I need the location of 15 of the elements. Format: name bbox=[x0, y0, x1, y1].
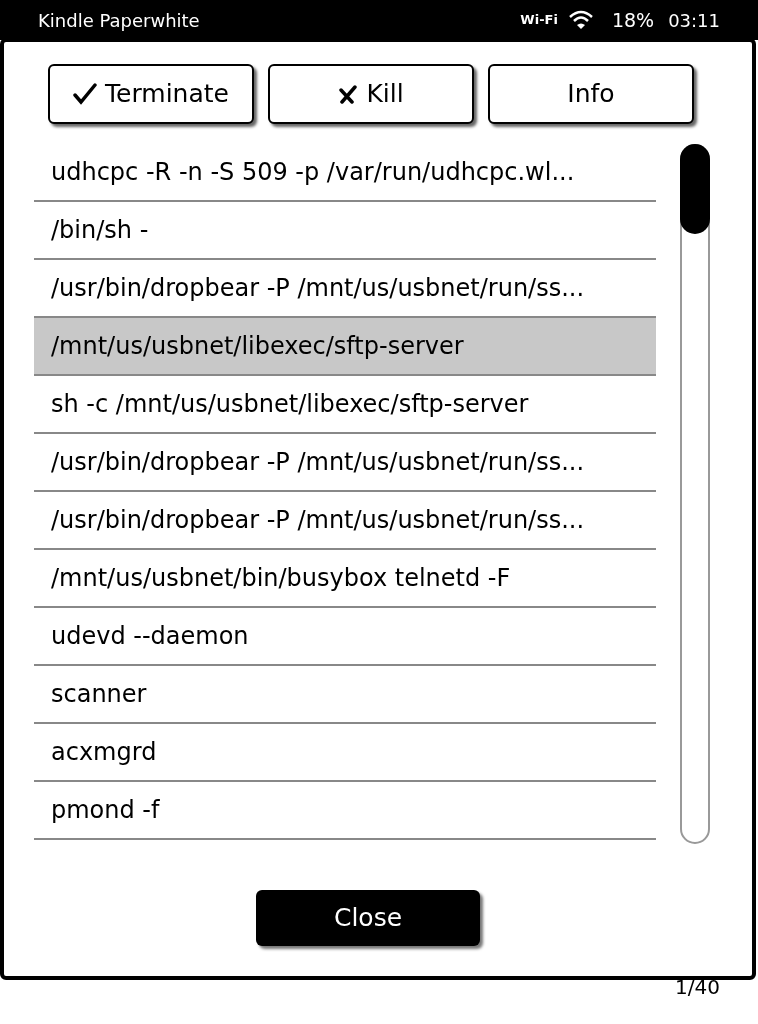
action-button[interactable]: Info bbox=[488, 64, 694, 124]
action-button[interactable]: Terminate bbox=[48, 64, 254, 124]
scrollbar-thumb[interactable] bbox=[680, 144, 710, 234]
close-button[interactable]: Close bbox=[256, 890, 480, 946]
battery-percent: 18% bbox=[611, 7, 655, 33]
action-button[interactable]: Kill bbox=[268, 64, 474, 124]
wifi-icon bbox=[567, 10, 594, 30]
scrollbar[interactable] bbox=[680, 144, 710, 844]
device-name: Kindle Paperwhite bbox=[38, 8, 200, 33]
wifi-label: Wi-Fi bbox=[520, 11, 558, 30]
check-icon bbox=[73, 83, 98, 105]
page-number: 1/40 bbox=[675, 975, 720, 999]
clock: 03:11 bbox=[668, 8, 720, 33]
process-row[interactable]: /mnt/us/usbnet/libexec/sftp-server bbox=[34, 318, 656, 376]
cross-icon bbox=[338, 84, 359, 104]
